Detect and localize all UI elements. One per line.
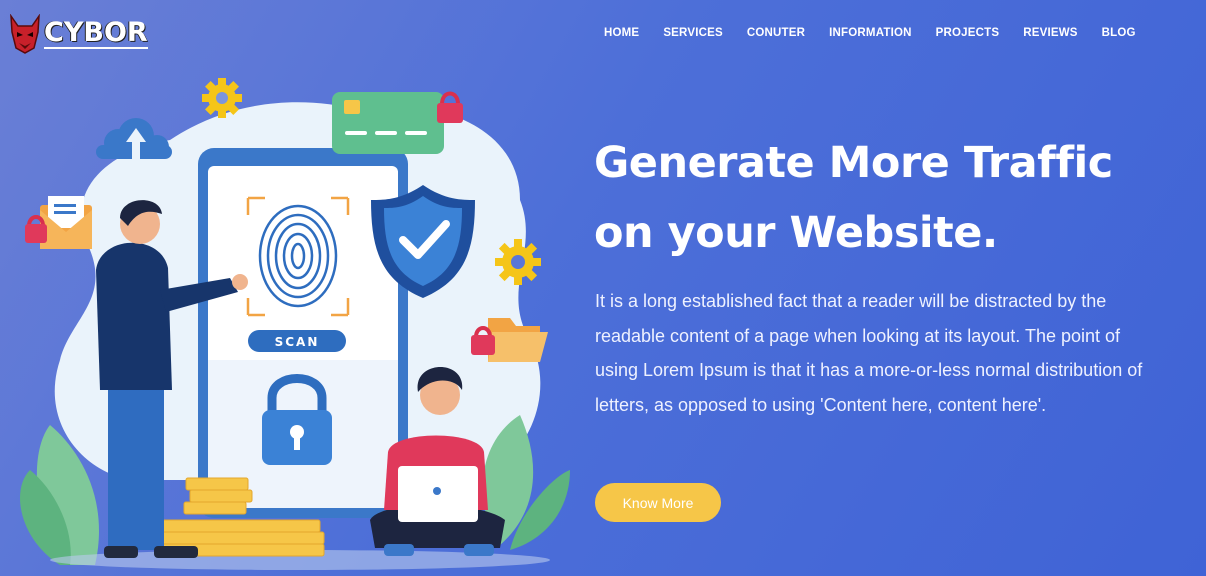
nav-reviews[interactable]: REVIEWS (1023, 27, 1077, 39)
scan-label: SCAN (275, 335, 320, 349)
nav-projects[interactable]: PROJECTS (936, 27, 1000, 39)
credit-card-icon (332, 92, 444, 154)
nav-services[interactable]: SERVICES (663, 27, 723, 39)
security-illustration: SCAN (20, 78, 570, 570)
gear-icon (495, 239, 541, 285)
hero-description: It is a long established fact that a rea… (595, 291, 1143, 415)
small-padlock-icon (25, 215, 47, 243)
nav-conuter[interactable]: CONUTER (747, 27, 805, 39)
hero-headline-line2: on your Website. (594, 208, 998, 258)
nav-information[interactable]: INFORMATION (829, 27, 911, 39)
cloud-upload-icon (96, 118, 172, 160)
hero-headline: Generate More Traffic on your Website. (594, 128, 1174, 268)
gear-icon (202, 78, 242, 118)
know-more-button[interactable]: Know More (595, 483, 721, 522)
main-nav: HOME SERVICES CONUTER INFORMATION PROJEC… (592, 27, 1148, 39)
logo[interactable]: CYBOR (8, 12, 148, 56)
logo-text: CYBOR (44, 17, 148, 49)
demon-mask-icon (10, 14, 40, 54)
hero-headline-line1: Generate More Traffic (594, 138, 1113, 188)
nav-blog[interactable]: BLOG (1102, 27, 1136, 39)
nav-home[interactable]: HOME (604, 27, 639, 39)
page: CYBOR HOME SERVICES CONUTER INFORMATION … (0, 0, 1206, 576)
